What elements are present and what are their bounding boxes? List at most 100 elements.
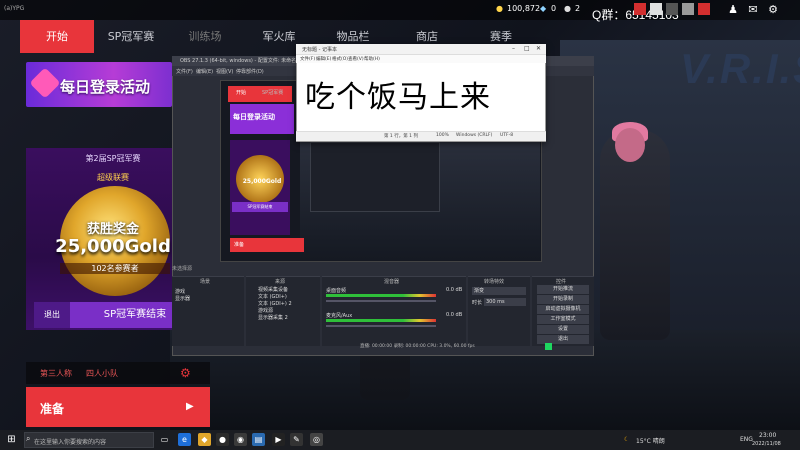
- nav-start[interactable]: 开始: [20, 20, 94, 53]
- notepad-menu-edit[interactable]: 编辑(E): [316, 56, 331, 62]
- notepad-cursor-position: 第 1 行，第 1 列: [384, 134, 418, 139]
- taskbar-search-placeholder: 在这里输入你要搜索的内容: [34, 439, 107, 446]
- notepad-menu-view[interactable]: 查看(V): [348, 56, 364, 62]
- notepad-app-icon[interactable]: ✎: [290, 433, 303, 446]
- preview-start-label: 开始: [236, 90, 247, 96]
- windows-start-icon[interactable]: ⊞: [6, 434, 17, 445]
- media-app-icon[interactable]: ▶: [272, 433, 285, 446]
- notepad-menu-help[interactable]: 帮助(H): [364, 56, 380, 62]
- virtual-camera-button[interactable]: 启动虚拟摄像机: [537, 305, 589, 314]
- ticket-icon: ●: [564, 4, 571, 13]
- weather-label[interactable]: 15°C 晴朗: [636, 436, 665, 445]
- avatar-2[interactable]: [666, 3, 678, 15]
- notepad-encoding: UTF-8: [500, 133, 514, 138]
- coin-count: 100,872: [507, 4, 541, 13]
- ready-label: 准备: [40, 402, 65, 416]
- gem-icon: ◆: [540, 4, 547, 13]
- steam-app-icon[interactable]: ◎: [310, 433, 323, 446]
- coin-icon: ●: [496, 4, 503, 13]
- source-item[interactable]: 游戏源: [258, 307, 273, 314]
- obs-menu-file[interactable]: 文件(F): [176, 68, 193, 75]
- flag-icon-2: [698, 3, 710, 15]
- obs-no-source-label: 未选择源: [172, 266, 193, 272]
- app-icon[interactable]: ◉: [234, 433, 247, 446]
- scene-item[interactable]: 游戏: [175, 288, 185, 295]
- gem-count: 0: [551, 4, 557, 13]
- desktop: V.R.I.S (a)YPG ● 100,872 ◆ 0 ● 2 Q群：6514…: [0, 0, 800, 450]
- play-arrow-icon: ▶: [186, 401, 194, 412]
- start-recording-button[interactable]: 开始录制: [537, 295, 589, 304]
- preview-banner-text: 每日登录活动: [233, 113, 275, 121]
- notepad-menu-file[interactable]: 文件(F): [300, 56, 315, 62]
- window-title: (a)YPG: [4, 5, 25, 12]
- obs-status-bar: 直播: 00:00:00 录制: 00:00:00 CPU: 3.0%, 60.…: [360, 344, 475, 349]
- settings-button[interactable]: 设置: [537, 325, 589, 334]
- language-indicator[interactable]: ENG: [740, 436, 753, 443]
- desktop-audio-slider[interactable]: [326, 300, 436, 302]
- mic-audio-label: 麦克风/Aux: [326, 313, 353, 319]
- obs-menu-view[interactable]: 视图(V): [216, 68, 233, 75]
- notepad-menu-format[interactable]: 格式(O): [332, 56, 348, 62]
- mic-audio-slider[interactable]: [326, 325, 436, 327]
- obs-app-icon[interactable]: ●: [216, 433, 229, 446]
- preview-ready-text: 准备: [234, 242, 245, 248]
- game-app-icon[interactable]: ◆: [198, 433, 211, 446]
- desktop-audio-db: 0.0 dB: [446, 287, 463, 293]
- mail-icon[interactable]: ✉: [746, 4, 760, 16]
- status-indicator-icon: [545, 343, 552, 350]
- flag-icon: [634, 3, 646, 15]
- friends-icon[interactable]: ♟: [726, 4, 740, 16]
- desktop-audio-meter: [326, 294, 436, 297]
- avatar[interactable]: [650, 3, 662, 15]
- scenes-header: 场景: [200, 279, 211, 285]
- studio-mode-button[interactable]: 工作室模式: [537, 315, 589, 324]
- search-icon: ⌕: [26, 434, 31, 443]
- avatar-3[interactable]: [682, 3, 694, 15]
- obs-scenes-dock: [172, 276, 244, 346]
- preview-nested-obs: [310, 142, 440, 212]
- preview-gold-text: 25,000Gold: [242, 178, 282, 185]
- sources-header: 来源: [275, 279, 286, 285]
- notepad-title: 无标题 - 记事本: [302, 47, 337, 53]
- mode-squad[interactable]: 四人小队: [86, 368, 118, 379]
- minimize-icon[interactable]: –: [512, 45, 515, 52]
- mic-audio-db: 0.0 dB: [446, 312, 463, 318]
- scene-item[interactable]: 显示器: [175, 295, 190, 302]
- edge-icon[interactable]: e: [178, 433, 191, 446]
- ticket-count: 2: [575, 4, 581, 13]
- source-item[interactable]: 显示器采集 2: [258, 314, 288, 321]
- character-body: [600, 130, 670, 340]
- mode-third-person[interactable]: 第三人称: [40, 368, 72, 379]
- obs-menu-docks[interactable]: 停靠部件(D): [236, 68, 264, 75]
- source-item[interactable]: 文本 (GDI+) 2: [258, 300, 292, 307]
- settings-icon[interactable]: ⚙: [766, 4, 780, 16]
- participant-count: 102名参赛者: [60, 263, 170, 274]
- character-head: [615, 128, 645, 162]
- notepad-zoom: 100%: [436, 133, 449, 138]
- start-streaming-button[interactable]: 开始推流: [537, 285, 589, 294]
- duration-input[interactable]: 300 ms: [484, 298, 526, 306]
- source-item[interactable]: 视频采集设备: [258, 286, 288, 293]
- notepad-line-ending: Windows (CRLF): [456, 133, 493, 138]
- nav-sp-championship[interactable]: SP冠军赛: [94, 20, 168, 53]
- taskbar-time[interactable]: 23:00: [759, 432, 776, 439]
- weather-icon: ☾: [624, 436, 630, 443]
- obs-menu-edit[interactable]: 编辑(E): [196, 68, 213, 75]
- notepad-text[interactable]: 吃个饭马上来: [305, 72, 491, 116]
- mixer-header: 混音器: [384, 279, 400, 285]
- transition-select[interactable]: 渐变: [472, 287, 526, 295]
- desktop-audio-label: 桌面音频: [326, 288, 347, 294]
- source-item[interactable]: 文本 (GDI+): [258, 293, 287, 300]
- exit-button[interactable]: 退出: [34, 302, 70, 328]
- close-icon[interactable]: ✕: [536, 45, 541, 52]
- game-top-bar: [0, 0, 800, 20]
- nav-training[interactable]: 训练场: [168, 20, 242, 53]
- folder-icon[interactable]: ▤: [252, 433, 265, 446]
- preview-sp-label: SP冠军赛: [262, 90, 284, 96]
- maximize-icon[interactable]: □: [524, 45, 530, 52]
- mic-audio-meter: [326, 319, 436, 322]
- taskbar-date[interactable]: 2022/11/08: [752, 441, 781, 447]
- mode-settings-icon[interactable]: ⚙: [180, 366, 191, 380]
- task-view-icon[interactable]: ▭: [158, 433, 171, 446]
- daily-login-title: 每日登录活动: [60, 78, 151, 96]
